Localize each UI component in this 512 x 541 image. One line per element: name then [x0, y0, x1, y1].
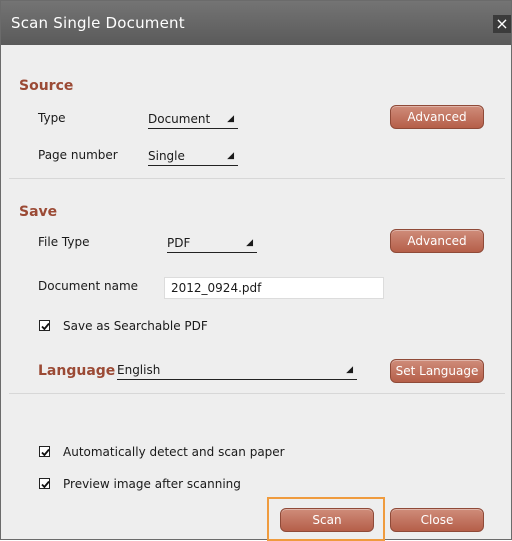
source-divider: [9, 178, 505, 179]
close-icon[interactable]: ×: [493, 15, 511, 33]
close-button[interactable]: Close: [390, 508, 484, 532]
document-name-input[interactable]: 2012_0924.pdf: [164, 277, 384, 299]
language-label: Language: [38, 363, 116, 379]
window-title: Scan Single Document: [11, 14, 185, 32]
page-number-select-value: Single: [148, 149, 185, 163]
searchable-pdf-label: Save as Searchable PDF: [63, 319, 208, 333]
auto-detect-label: Automatically detect and scan paper: [63, 445, 285, 459]
language-select-value: English: [117, 363, 161, 377]
type-select[interactable]: Document ◢: [148, 111, 238, 129]
file-type-select[interactable]: PDF ◢: [167, 235, 257, 253]
triangle-down-icon: ◢: [227, 151, 234, 161]
type-select-value: Document: [148, 112, 211, 126]
document-name-label: Document name: [38, 279, 139, 293]
page-number-label: Page number: [38, 148, 118, 162]
scan-button[interactable]: Scan: [280, 508, 374, 532]
language-divider: [9, 393, 505, 394]
page-number-select[interactable]: Single ◢: [148, 148, 238, 166]
source-heading: Source: [19, 78, 74, 94]
preview-label: Preview image after scanning: [63, 477, 241, 491]
file-type-select-value: PDF: [167, 236, 191, 250]
scan-dialog: Scan Single Document × Source Type Docum…: [0, 0, 512, 541]
save-heading: Save: [19, 204, 58, 220]
save-advanced-button[interactable]: Advanced: [390, 229, 484, 253]
preview-checkbox[interactable]: [39, 478, 50, 489]
set-language-button[interactable]: Set Language: [390, 359, 484, 383]
auto-detect-checkbox[interactable]: [39, 446, 50, 457]
checkmark-icon: [41, 448, 50, 457]
source-advanced-button[interactable]: Advanced: [390, 105, 484, 129]
title-bar: Scan Single Document ×: [1, 1, 511, 45]
triangle-down-icon: ◢: [346, 365, 353, 375]
triangle-down-icon: ◢: [227, 114, 234, 124]
searchable-pdf-checkbox[interactable]: [39, 320, 50, 331]
checkmark-icon: [41, 322, 50, 331]
triangle-down-icon: ◢: [246, 238, 253, 248]
file-type-label: File Type: [38, 235, 90, 249]
type-label: Type: [38, 111, 66, 125]
language-select[interactable]: English ◢: [117, 362, 357, 380]
checkmark-icon: [41, 480, 50, 489]
